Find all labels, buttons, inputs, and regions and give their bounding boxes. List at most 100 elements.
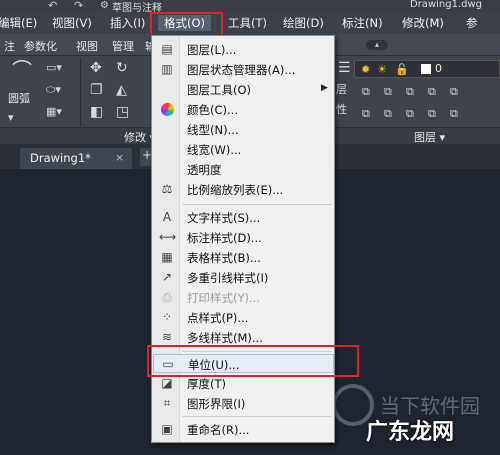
menu-tools[interactable]: 工具(T): [228, 15, 267, 31]
submenu-arrow-icon: ▶: [321, 83, 328, 93]
text-style-icon: A: [162, 210, 172, 224]
layer-props-icon[interactable]: ☰: [338, 60, 351, 76]
rotate-icon[interactable]: ↻: [116, 60, 128, 76]
tab-annotate[interactable]: 注: [4, 38, 15, 54]
layer-tool-icon[interactable]: ⧉: [384, 84, 392, 100]
menu-item-table-style[interactable]: ▦ 表格样式(B)...: [153, 248, 334, 267]
menu-item-label: 文字样式(S)...: [187, 211, 261, 225]
menu-item-label: 标注样式(D)...: [187, 231, 262, 245]
window-title: Drawing1.dwg: [410, 0, 482, 10]
units-icon: ▭: [162, 357, 174, 371]
menu-item-mleader-style[interactable]: ↗ 多重引线样式(I): [153, 268, 334, 287]
workspace-selector[interactable]: 草图与注释: [112, 0, 162, 12]
layer-icon: ▤: [161, 42, 173, 56]
hatch-icon[interactable]: ▦▾: [46, 104, 62, 120]
layer-tool-icon[interactable]: ⧉: [428, 84, 436, 100]
mirror-icon[interactable]: ◭: [116, 82, 127, 98]
menu-item-label: 表格样式(B)...: [187, 251, 261, 265]
watermark-text: 广东龙网: [366, 420, 455, 445]
menu-insert[interactable]: 插入(I): [110, 15, 145, 31]
layer-tool-icon[interactable]: ⧉: [406, 84, 414, 100]
menu-item-units[interactable]: ▭ 单位(U)...: [153, 354, 334, 373]
menu-param[interactable]: 参: [466, 15, 478, 31]
layer-side-label-2: 性: [336, 103, 347, 116]
layer-combo[interactable]: ✹ ☀ 🔓 0: [354, 60, 500, 78]
layer-panel-label[interactable]: 图层 ▾: [414, 129, 445, 145]
menu-item-lineweight[interactable]: 线宽(W)...: [153, 140, 334, 159]
copy-icon[interactable]: ❐: [90, 82, 103, 98]
mleader-style-icon: ↗: [161, 270, 173, 284]
menu-format[interactable]: 格式(O): [158, 15, 212, 31]
menu-item-plot-style: ⎙ 打印样式(Y)...: [153, 288, 334, 307]
menu-separator: [182, 416, 332, 417]
menu-item-label: 点样式(P)...: [187, 311, 249, 325]
menu-item-label: 颜色(C)...: [187, 103, 238, 117]
menu-item-dim-style[interactable]: ⟷ 标注样式(D)...: [153, 228, 334, 247]
menu-item-label: 多线样式(M)...: [187, 331, 263, 345]
menu-draw[interactable]: 绘图(D): [283, 15, 324, 31]
menu-item-thickness[interactable]: ◪ 厚度(T): [153, 374, 334, 393]
menu-dimension[interactable]: 标注(N): [342, 15, 383, 31]
layer-tool-icon[interactable]: ⧉: [450, 84, 458, 100]
scale-list-icon: ⚖: [161, 182, 173, 196]
menu-item-label: 线型(N)...: [187, 123, 239, 137]
layer-tool-icon[interactable]: ⧉: [362, 106, 370, 122]
rectangle-icon[interactable]: ▭▾: [46, 60, 62, 76]
menu-modify[interactable]: 修改(M): [402, 15, 444, 31]
document-tab[interactable]: Drawing1* ×: [20, 148, 132, 169]
arc-icon[interactable]: ⌒: [12, 60, 32, 80]
layer-current-value: 0: [435, 62, 442, 75]
stretch-icon[interactable]: ◧: [90, 104, 103, 120]
menu-item-rename[interactable]: ▣ 重命名(R)...: [153, 420, 334, 439]
menu-item-label: 打印样式(Y)...: [187, 291, 260, 305]
menu-item-label: 单位(U)...: [188, 358, 240, 372]
menu-separator: [182, 204, 332, 205]
menu-item-layer-state-manager[interactable]: ▥ 图层状态管理器(A)...: [153, 60, 334, 79]
ellipse-icon[interactable]: ⬭▾: [46, 82, 61, 98]
menu-item-point-style[interactable]: ⁘ 点样式(P)...: [153, 308, 334, 327]
menu-item-layer-tools[interactable]: 图层工具(O) ▶: [153, 80, 334, 99]
layer-tool-icon[interactable]: ⧉: [450, 106, 458, 122]
dim-style-icon: ⟷: [159, 230, 177, 244]
thickness-icon: ◪: [161, 376, 173, 390]
lock-icon: 🔓: [395, 63, 409, 76]
layer-tool-icon[interactable]: ⧉: [428, 106, 436, 122]
layer-color-swatch: [421, 64, 431, 74]
menu-item-scale-list[interactable]: ⚖ 比例缩放列表(E)...: [153, 180, 334, 199]
menu-item-text-style[interactable]: A 文字样式(S)...: [153, 208, 334, 227]
format-menu-dropdown: ▤ 图层(L)... ▥ 图层状态管理器(A)... 图层工具(O) ▶ 颜色(…: [151, 35, 335, 443]
tab-view[interactable]: 视图: [76, 38, 98, 54]
scale-icon[interactable]: ◳: [116, 104, 129, 120]
layer-side-label-1: 层: [336, 83, 347, 96]
menu-item-label: 透明度: [187, 163, 222, 177]
layer-tool-icon[interactable]: ⧉: [384, 106, 392, 122]
ribbon-toggle-icon[interactable]: ▴: [366, 40, 388, 50]
menu-item-transparency[interactable]: 透明度: [153, 160, 334, 179]
menu-separator: [182, 351, 332, 352]
tab-manage[interactable]: 管理: [112, 38, 134, 54]
menu-item-label: 图层状态管理器(A)...: [187, 63, 296, 77]
menu-edit[interactable]: 编辑(E): [0, 15, 37, 31]
menu-item-layer[interactable]: ▤ 图层(L)...: [153, 40, 334, 59]
layer-tool-icon[interactable]: ⧉: [406, 106, 414, 122]
menu-view[interactable]: 视图(V): [52, 15, 92, 31]
layer-tool-icon[interactable]: ⧉: [362, 84, 370, 100]
menu-item-linetype[interactable]: 线型(N)...: [153, 120, 334, 139]
move-icon[interactable]: ✥: [90, 60, 102, 76]
menu-item-mline-style[interactable]: ≋ 多线样式(M)...: [153, 328, 334, 347]
tab-parametric[interactable]: 参数化: [24, 38, 57, 54]
menu-item-color[interactable]: 颜色(C)...: [153, 100, 334, 119]
undo-icon[interactable]: ↶: [48, 0, 57, 12]
color-wheel-icon: [159, 102, 175, 117]
menu-item-label: 线宽(W)...: [187, 143, 242, 157]
menu-item-label: 多重引线样式(I): [187, 271, 269, 285]
menu-item-drawing-limits[interactable]: ⌗ 图形界限(I): [153, 394, 334, 413]
menu-item-label: 图层工具(O): [187, 83, 252, 97]
close-icon[interactable]: ×: [115, 151, 124, 164]
arc-dropdown-icon[interactable]: ▾: [8, 110, 14, 126]
table-style-icon: ▦: [161, 250, 173, 264]
redo-icon[interactable]: ↷: [74, 0, 83, 12]
gear-icon[interactable]: ⚙: [100, 0, 109, 11]
lightbulb-icon: ✹: [361, 63, 371, 76]
menu-item-label: 图形界限(I): [187, 397, 246, 411]
